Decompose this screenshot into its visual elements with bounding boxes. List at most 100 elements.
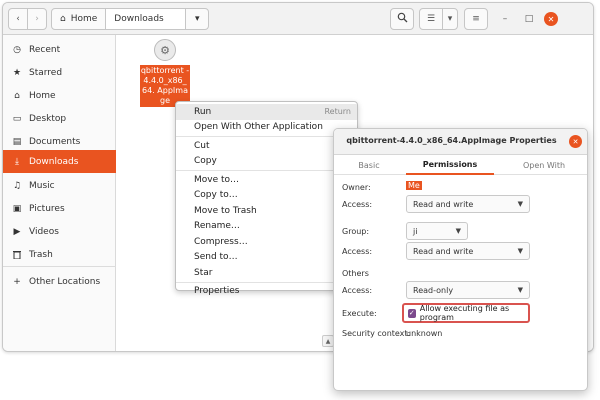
- home-icon: ⌂: [14, 90, 20, 101]
- sidebar-item-music[interactable]: ♫ Music: [3, 174, 116, 197]
- sidebar-item-videos[interactable]: ▶ Videos: [3, 220, 116, 243]
- menu-item-label: Open With Other Application: [194, 122, 323, 133]
- owner-value: Me: [406, 181, 422, 190]
- menu-item-cut[interactable]: Cut C: [176, 138, 357, 154]
- tab-basic[interactable]: Basic: [334, 155, 404, 175]
- tab-open-with[interactable]: Open With: [502, 155, 586, 175]
- back-button[interactable]: ‹: [8, 8, 28, 30]
- execute-checkbox[interactable]: ✓ Allow executing file as program: [402, 303, 530, 323]
- checkmark-icon: ✓: [408, 308, 416, 318]
- sidebar-divider: [3, 266, 116, 267]
- file-item[interactable]: ⚙ qbittorrent -4.4.0_x86_ 64. AppImage: [140, 39, 190, 107]
- sidebar-item-trash[interactable]: Trash: [3, 243, 116, 266]
- menu-item-label: Move to Trash: [194, 205, 257, 216]
- menu-item-send-to[interactable]: Send to…: [176, 250, 357, 266]
- menu-item-compress[interactable]: Compress…: [176, 234, 357, 250]
- sidebar-item-label: Other Locations: [29, 276, 101, 287]
- sidebar-item-pictures[interactable]: ▣ Pictures: [3, 197, 116, 220]
- security-context-label: Security context:: [342, 329, 411, 338]
- dialog-title: qbittorrent-4.4.0_x86_64.AppImage Proper…: [346, 136, 557, 145]
- screen: ‹ › ⌂ Home Downloads ▾ ☰ ▾ ≡ – □ ✕ ◷ Rec…: [0, 0, 600, 400]
- minimize-icon: –: [502, 14, 508, 24]
- others-access-label: Access:: [342, 286, 373, 295]
- select-value: ji: [413, 226, 418, 236]
- plus-icon: +: [13, 276, 21, 287]
- breadcrumb-dropdown[interactable]: ▾: [186, 9, 208, 29]
- sidebar-item-label: Home: [29, 90, 56, 101]
- dialog-close-button[interactable]: ✕: [569, 135, 582, 148]
- owner-access-select[interactable]: Read and write ▼: [406, 195, 530, 213]
- main-menu-button[interactable]: ≡: [464, 8, 488, 30]
- menu-item-star[interactable]: Star: [176, 265, 357, 281]
- close-icon: ✕: [547, 14, 555, 24]
- owner-label: Owner:: [342, 183, 371, 192]
- menu-item-label: Copy to…: [194, 190, 238, 201]
- tab-label: Permissions: [422, 159, 478, 169]
- sidebar-item-label: Documents: [29, 136, 81, 147]
- execute-label: Execute:: [342, 309, 377, 318]
- maximize-button[interactable]: □: [522, 12, 536, 26]
- owner-access-label: Access:: [342, 200, 373, 209]
- menu-item-label: Star: [194, 267, 213, 278]
- select-value: Read-only: [413, 285, 454, 295]
- select-value: Read and write: [413, 199, 474, 209]
- menu-item-copy-to[interactable]: Copy to…: [176, 188, 357, 204]
- menu-item-copy[interactable]: Copy C: [176, 154, 357, 170]
- tab-permissions[interactable]: Permissions: [406, 155, 494, 175]
- breadcrumb-downloads[interactable]: Downloads: [106, 9, 187, 29]
- search-button[interactable]: [390, 8, 414, 30]
- picture-icon: ▣: [12, 203, 22, 214]
- breadcrumb-home[interactable]: ⌂ Home: [52, 9, 107, 29]
- menu-item-label: Cut: [194, 140, 210, 151]
- group-access-select[interactable]: Read and write ▼: [406, 242, 530, 260]
- menu-item-properties[interactable]: Properties C: [176, 284, 357, 300]
- group-access-label: Access:: [342, 247, 373, 256]
- minimize-button[interactable]: –: [498, 12, 512, 26]
- menu-item-label: Properties: [194, 286, 240, 297]
- sidebar-item-recent[interactable]: ◷ Recent: [3, 38, 116, 61]
- gear-icon: ⚙: [154, 39, 176, 61]
- menu-separator: [176, 170, 357, 171]
- sidebar-item-downloads[interactable]: ⤓ Downloads: [3, 150, 116, 173]
- menu-item-move-to[interactable]: Move to…: [176, 172, 357, 188]
- chevron-down-icon: ▼: [517, 247, 523, 255]
- menu-item-open-with[interactable]: Open With Other Application: [176, 120, 357, 136]
- video-icon: ▶: [13, 226, 21, 237]
- sidebar: ◷ Recent ★ Starred ⌂ Home ▭ Desktop ▤ Do…: [3, 35, 116, 351]
- list-view-icon: ☰: [426, 14, 436, 24]
- music-icon: ♫: [12, 180, 22, 191]
- tab-label: Basic: [358, 160, 380, 170]
- forward-button[interactable]: ›: [27, 8, 47, 30]
- sidebar-item-other-locations[interactable]: + Other Locations: [3, 270, 116, 293]
- group-label: Group:: [342, 227, 370, 236]
- sidebar-item-desktop[interactable]: ▭ Desktop: [3, 107, 116, 130]
- menu-item-label: Copy: [194, 156, 217, 167]
- sidebar-item-home[interactable]: ⌂ Home: [3, 84, 116, 107]
- list-view-button[interactable]: ☰: [419, 8, 443, 30]
- sidebar-item-label: Recent: [29, 44, 61, 55]
- home-icon: ⌂: [60, 14, 66, 24]
- properties-dialog: qbittorrent-4.4.0_x86_64.AppImage Proper…: [333, 128, 588, 391]
- chevron-down-icon: ▾: [447, 14, 453, 24]
- sidebar-item-starred[interactable]: ★ Starred: [3, 61, 116, 84]
- select-value: Read and write: [413, 246, 474, 256]
- hamburger-icon: ≡: [472, 14, 480, 24]
- menu-item-label: Move to…: [194, 174, 240, 185]
- trash-icon: [12, 250, 22, 259]
- menu-item-rename[interactable]: Rename…: [176, 219, 357, 235]
- group-select[interactable]: ji ▼: [406, 222, 468, 240]
- menu-item-label: Send to…: [194, 252, 238, 263]
- security-context-value: unknown: [406, 329, 443, 338]
- others-access-select[interactable]: Read-only ▼: [406, 281, 530, 299]
- sidebar-item-label: Starred: [29, 67, 63, 78]
- menu-item-run[interactable]: Run Return: [176, 104, 357, 120]
- menu-separator: [176, 281, 357, 283]
- menu-item-label: Run: [194, 106, 212, 117]
- chevron-down-icon: ▼: [455, 227, 461, 235]
- view-options-button[interactable]: ▾: [442, 8, 458, 30]
- close-button[interactable]: ✕: [544, 12, 558, 26]
- desktop-icon: ▭: [12, 113, 22, 124]
- others-label: Others: [342, 269, 369, 278]
- chevron-right-icon: ›: [35, 14, 39, 24]
- menu-item-move-to-trash[interactable]: Move to Trash D: [176, 203, 357, 219]
